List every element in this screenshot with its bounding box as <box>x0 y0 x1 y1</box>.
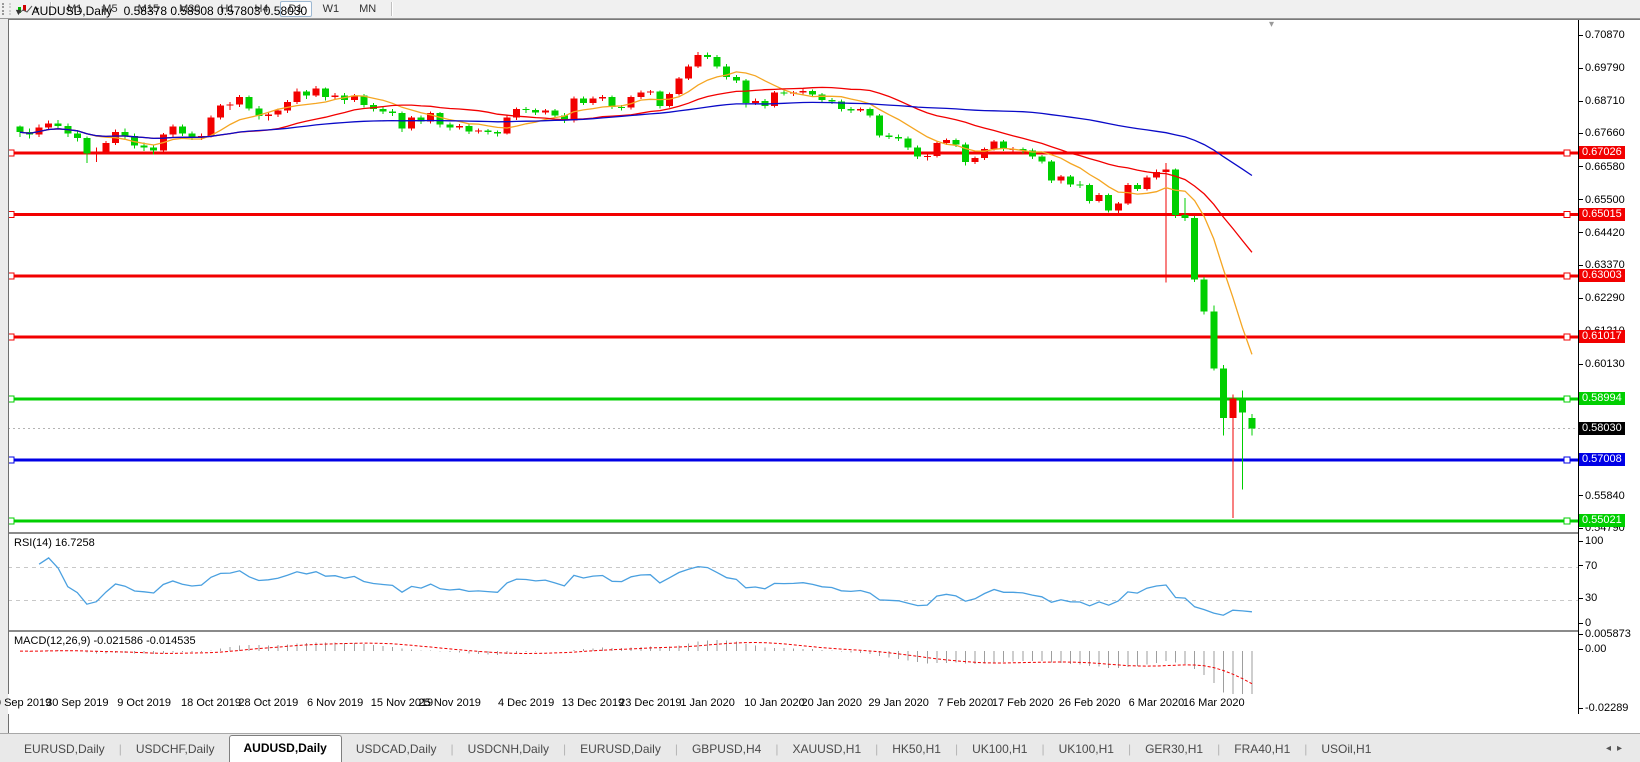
chart-tab-USOil-H1[interactable]: USOil,H1 <box>1307 738 1385 762</box>
chart-tab-USDCHF-Daily[interactable]: USDCHF,Daily <box>122 738 229 762</box>
price-chart-pane[interactable]: ▾ <box>8 20 1578 532</box>
price-line-label: 0.63003 <box>1579 269 1625 282</box>
symbol-period-label: AUDUSD,Daily <box>32 4 113 18</box>
rsi-tick: 30 <box>1579 592 1597 604</box>
price-tick: 0.62290 <box>1579 292 1625 304</box>
macd-tick: -0.02289 <box>1579 702 1628 714</box>
timeframe-W1[interactable]: W1 <box>314 1 349 17</box>
window-left-frame <box>0 19 9 733</box>
toolbar-separator <box>391 2 393 16</box>
price-tick: 0.68710 <box>1579 95 1625 107</box>
date-label: 16 Mar 2020 <box>1174 697 1254 709</box>
timeframe-MN[interactable]: MN <box>350 1 385 17</box>
tab-scroll-right-icon[interactable]: ▸ <box>1617 743 1628 754</box>
time-axis[interactable]: 20 Sep 201930 Sep 20199 Oct 201918 Oct 2… <box>8 694 1578 714</box>
date-label: 25 Nov 2019 <box>410 697 490 709</box>
price-tick: 0.69790 <box>1579 62 1625 74</box>
tab-scroll-arrows[interactable]: ◂▸ <box>1606 743 1640 762</box>
chart-tab-bar: EURUSD,Daily|USDCHF,DailyAUDUSD,DailyUSD… <box>0 733 1640 762</box>
macd-tick: 0.005873 <box>1579 628 1631 640</box>
price-line-label: 0.61017 <box>1579 330 1625 343</box>
chart-tab-USDCAD-Daily[interactable]: USDCAD,Daily <box>342 738 451 762</box>
chart-tab-UK100-H1[interactable]: UK100,H1 <box>1045 738 1128 762</box>
price-tick: 0.66580 <box>1579 161 1625 173</box>
macd-label: MACD(12,26,9) -0.021586 -0.014535 <box>14 635 196 647</box>
tab-scroll-left-icon[interactable]: ◂ <box>1606 743 1617 754</box>
price-line-label: 0.67026 <box>1579 146 1625 159</box>
rsi-tick: 100 <box>1579 535 1603 547</box>
chart-tab-EURUSD-Daily[interactable]: EURUSD,Daily <box>566 738 675 762</box>
rsi-axis[interactable]: 10070300 <box>1578 532 1640 630</box>
chart-title: ▼ AUDUSD,Daily 0.58378 0.58508 0.57803 0… <box>14 4 307 18</box>
price-line-label: 0.55021 <box>1579 514 1625 527</box>
rsi-tick: 70 <box>1579 560 1597 572</box>
price-tick: 0.60130 <box>1579 358 1625 370</box>
chart-shift-marker-icon[interactable]: ▾ <box>1269 19 1274 30</box>
price-line-label: 0.57008 <box>1579 453 1625 466</box>
chart-window: ▾ 0.70870 0.69790 0.68710 0.67660 0.66580 0.65… <box>0 19 1640 734</box>
chart-tab-UK100-H1[interactable]: UK100,H1 <box>958 738 1041 762</box>
rsi-pane[interactable]: RSI(14) 16.7258 <box>8 532 1578 632</box>
chart-tab-HK50-H1[interactable]: HK50,H1 <box>878 738 955 762</box>
price-axis[interactable]: 0.70870 0.69790 0.68710 0.67660 0.66580 0.655… <box>1578 20 1640 532</box>
toolbar-grip[interactable] <box>2 3 11 15</box>
price-tick: 0.67660 <box>1579 127 1625 139</box>
price-line-label: 0.65015 <box>1579 208 1625 221</box>
ohlc-values: 0.58378 0.58508 0.57803 0.58030 <box>124 4 308 18</box>
chart-tab-GER30-H1[interactable]: GER30,H1 <box>1131 738 1217 762</box>
symbol-dropdown-caret-icon[interactable]: ▼ <box>14 7 23 17</box>
chart-tab-XAUUSD-H1[interactable]: XAUUSD,H1 <box>778 738 875 762</box>
price-line-label: 0.58994 <box>1579 392 1625 405</box>
chart-tab-AUDUSD-Daily[interactable]: AUDUSD,Daily <box>229 735 342 762</box>
price-tick: 0.64420 <box>1579 227 1625 239</box>
price-tick: 0.55840 <box>1579 490 1625 502</box>
chart-tab-USDCNH-Daily[interactable]: USDCNH,Daily <box>454 738 563 762</box>
rsi-label: RSI(14) 16.7258 <box>14 537 95 549</box>
macd-axis[interactable]: 0.005873 0.00 -0.02289 <box>1578 630 1640 714</box>
chart-tab-FRA40-H1[interactable]: FRA40,H1 <box>1220 738 1304 762</box>
chart-tab-GBPUSD-H4[interactable]: GBPUSD,H4 <box>678 738 775 762</box>
macd-tick: 0.00 <box>1579 643 1606 655</box>
price-line-label: 0.58030 <box>1579 422 1625 435</box>
price-tick: 0.70870 <box>1579 29 1625 41</box>
chart-tab-EURUSD-Daily[interactable]: EURUSD,Daily <box>10 738 119 762</box>
price-tick: 0.65500 <box>1579 194 1625 206</box>
